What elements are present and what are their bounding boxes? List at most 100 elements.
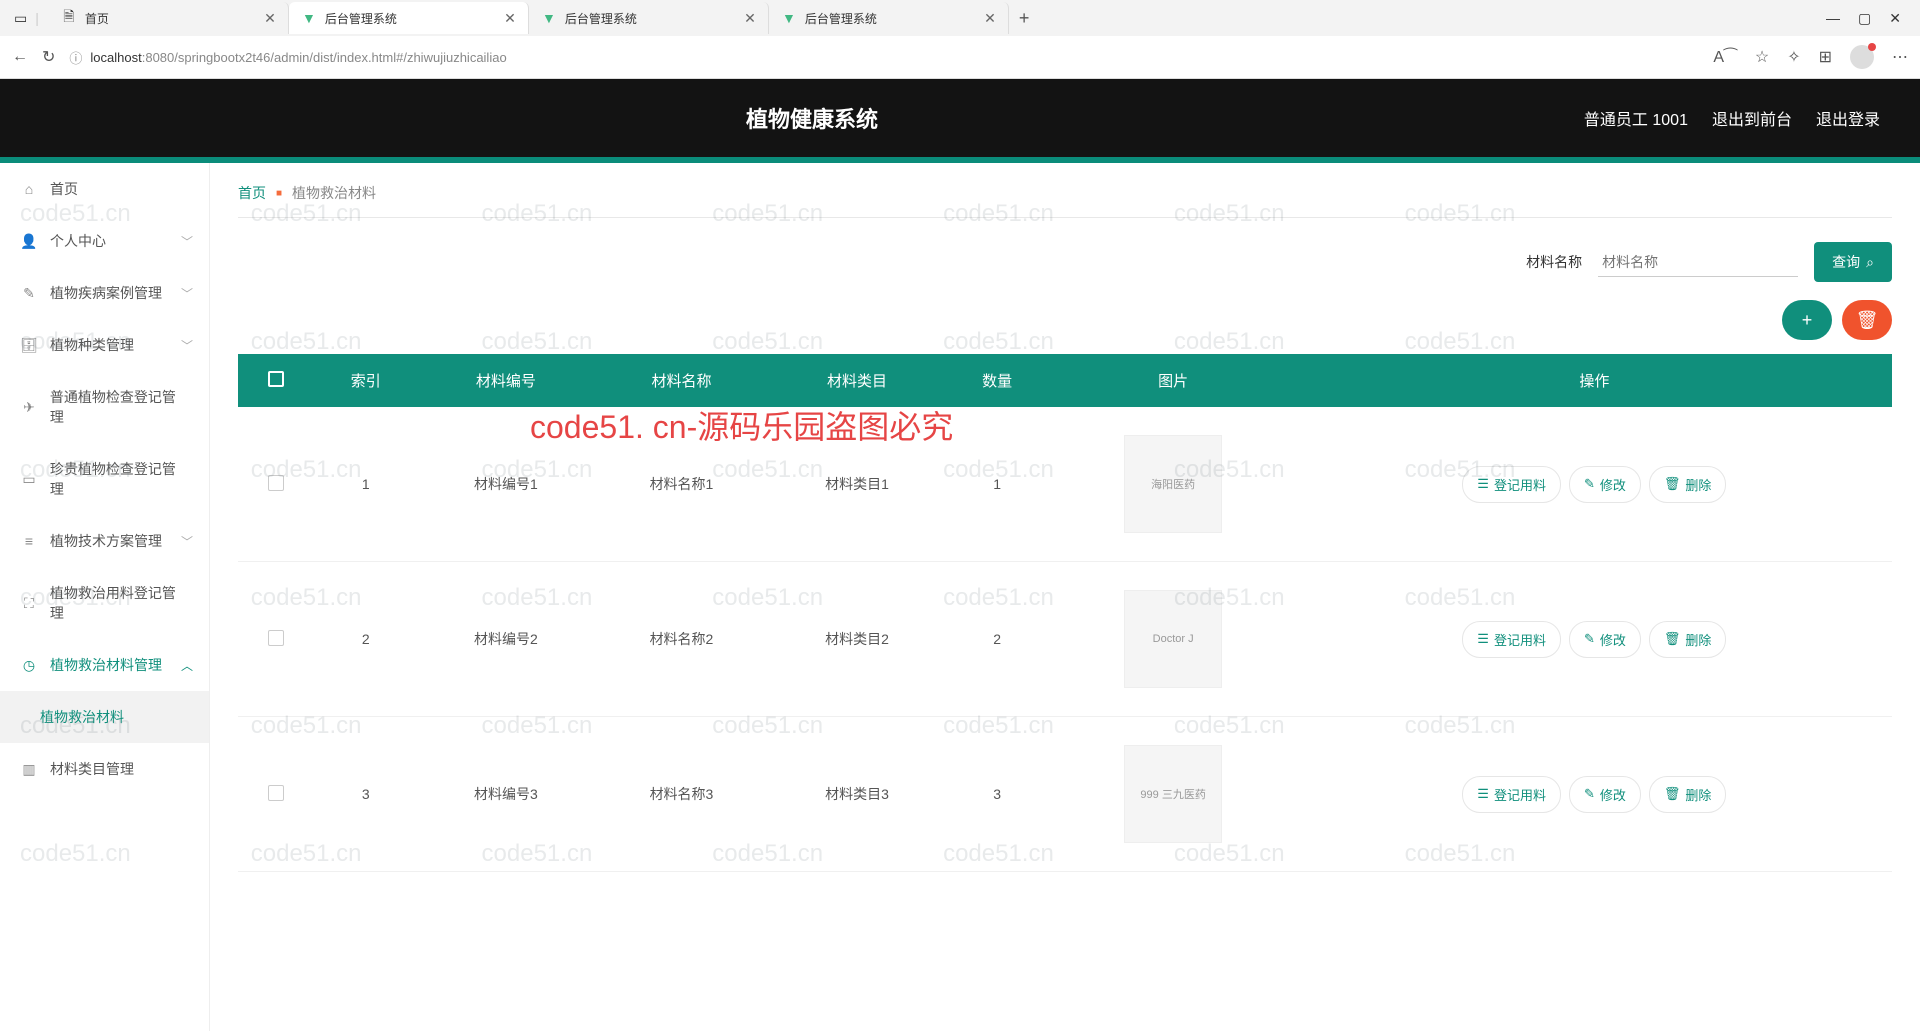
sidebar-item-label: 植物救治材料管理 — [50, 655, 162, 675]
breadcrumb-home[interactable]: 首页 — [238, 183, 266, 203]
favorites-bar-icon[interactable]: ✧ — [1787, 47, 1800, 67]
filter-label: 材料名称 — [1526, 252, 1582, 272]
sidebar-item-home[interactable]: ⌂ 首页 — [0, 163, 209, 215]
search-icon: ⌕ — [1866, 254, 1874, 271]
url-path: :8080/springbootx2t46/admin/dist/index.h… — [142, 50, 507, 65]
row-checkbox[interactable] — [268, 785, 284, 801]
cell-qty: 2 — [945, 562, 1050, 717]
row-delete-button[interactable]: 🗑删除 — [1649, 621, 1727, 658]
sidebar-item-category[interactable]: ▥ 材料类目管理 — [0, 743, 209, 795]
query-label: 查询 — [1832, 252, 1860, 272]
sidebar-item-profile[interactable]: 👤 个人中心 ﹀ — [0, 215, 209, 267]
chevron-down-icon: ﹀ — [181, 285, 193, 302]
trash-icon: 🗑 — [1856, 310, 1879, 331]
close-icon[interactable]: ✕ — [744, 10, 756, 27]
main-layout: ⌂ 首页 👤 个人中心 ﹀ ✎ 植物疾病案例管理 ﹀ 🗄 植物种类管理 ﹀ ✈ … — [0, 163, 1920, 1031]
url-host: localhost — [90, 50, 141, 65]
collections-icon[interactable]: ⊞ — [1819, 47, 1832, 67]
sidebar-item-usage-reg[interactable]: ⛶ 植物救治用料登记管理 — [0, 567, 209, 639]
col-ops: 操作 — [1297, 354, 1892, 407]
select-all-checkbox[interactable] — [268, 371, 284, 387]
window-controls-left: ▭ | — [4, 10, 49, 27]
minimize-icon[interactable]: — — [1826, 10, 1840, 27]
cell-name: 材料名称2 — [594, 562, 770, 717]
cell-image: 海阳医药 — [1050, 407, 1297, 562]
edit-button[interactable]: ✎修改 — [1569, 776, 1641, 813]
sidebar-item-material-mgmt[interactable]: ◷ 植物救治材料管理 ︿ — [0, 639, 209, 691]
back-icon[interactable]: ← — [12, 48, 28, 66]
register-button[interactable]: ☰登记用料 — [1462, 621, 1561, 658]
vue-icon: ▼ — [541, 10, 557, 26]
site-info-icon[interactable]: ⓘ — [69, 48, 82, 67]
chevron-down-icon: ﹀ — [181, 337, 193, 354]
query-button[interactable]: 查询 ⌕ — [1814, 242, 1892, 282]
tab-0[interactable]: 🗎 首页 ✕ — [49, 2, 289, 34]
add-button[interactable]: + — [1782, 300, 1832, 340]
close-icon[interactable]: ✕ — [984, 10, 996, 27]
table-row: 3 材料编号3 材料名称3 材料类目3 3 999 三九医药 ☰登记用料 ✎修改… — [238, 717, 1892, 872]
delete-button[interactable]: 🗑 — [1842, 300, 1892, 340]
filter-input[interactable] — [1598, 248, 1798, 277]
cell-category: 材料类目2 — [769, 562, 945, 717]
vue-icon: ▼ — [301, 10, 317, 26]
sidebar-item-species[interactable]: 🗄 植物种类管理 ﹀ — [0, 319, 209, 371]
sidebar-item-label: 普通植物检查登记管理 — [50, 387, 189, 427]
maximize-icon[interactable]: ▢ — [1858, 10, 1871, 27]
col-image: 图片 — [1050, 354, 1297, 407]
edit-button[interactable]: ✎修改 — [1569, 621, 1641, 658]
tab-1[interactable]: ▼ 后台管理系统 ✕ — [289, 2, 529, 34]
chevron-up-icon: ︿ — [181, 657, 193, 674]
profile-icon[interactable] — [1850, 45, 1874, 69]
read-aloud-icon[interactable]: A⁀ — [1713, 47, 1737, 67]
tab-3[interactable]: ▼ 后台管理系统 ✕ — [769, 2, 1009, 34]
doc-icon: ☰ — [1477, 631, 1489, 647]
filter-row: 材料名称 查询 ⌕ — [238, 242, 1892, 282]
vue-icon: ▼ — [781, 10, 797, 26]
image-thumb[interactable]: 海阳医药 — [1124, 435, 1222, 533]
link-front[interactable]: 退出到前台 — [1712, 106, 1792, 130]
trash-icon: 🗑 — [1664, 631, 1681, 647]
sidebar-item-label: 植物疾病案例管理 — [50, 283, 162, 303]
clock-icon: ◷ — [20, 657, 38, 674]
close-icon[interactable]: ✕ — [504, 10, 516, 27]
close-icon[interactable]: ✕ — [264, 10, 276, 27]
app-header: 植物健康系统 普通员工 1001 退出到前台 退出登录 — [0, 79, 1920, 157]
tab-title: 后台管理系统 — [325, 10, 496, 27]
favorite-icon[interactable]: ☆ — [1755, 47, 1769, 67]
panel-toggle-icon[interactable]: ▭ — [14, 10, 27, 27]
app-title: 植物健康系统 — [40, 102, 1584, 134]
new-tab-button[interactable]: + — [1009, 8, 1040, 29]
send-icon: ✈ — [20, 399, 38, 416]
col-index: 索引 — [313, 354, 418, 407]
cell-qty: 1 — [945, 407, 1050, 562]
sidebar-item-normal-check[interactable]: ✈ 普通植物检查登记管理 — [0, 371, 209, 443]
row-delete-button[interactable]: 🗑删除 — [1649, 466, 1727, 503]
sidebar-item-material[interactable]: 植物救治材料 — [0, 691, 209, 743]
table-row: 2 材料编号2 材料名称2 材料类目2 2 Doctor J ☰登记用料 ✎修改… — [238, 562, 1892, 717]
url-box[interactable]: ⓘ localhost:8080/springbootx2t46/admin/d… — [69, 48, 1699, 67]
chevron-down-icon: ﹀ — [181, 533, 193, 550]
sidebar-item-tech[interactable]: ≡ 植物技术方案管理 ﹀ — [0, 515, 209, 567]
row-checkbox[interactable] — [268, 630, 284, 646]
close-window-icon[interactable]: ✕ — [1889, 10, 1901, 27]
sidebar-item-precious-check[interactable]: ▭ 珍贵植物检查登记管理 — [0, 443, 209, 515]
image-thumb[interactable]: Doctor J — [1124, 590, 1222, 688]
sidebar-item-label: 珍贵植物检查登记管理 — [50, 459, 189, 499]
col-name: 材料名称 — [594, 354, 770, 407]
cell-code: 材料编号2 — [418, 562, 594, 717]
sidebar-item-label: 首页 — [50, 179, 78, 199]
user-info: 普通员工 1001 — [1584, 106, 1688, 130]
edit-button[interactable]: ✎修改 — [1569, 466, 1641, 503]
register-button[interactable]: ☰登记用料 — [1462, 776, 1561, 813]
register-button[interactable]: ☰登记用料 — [1462, 466, 1561, 503]
link-logout[interactable]: 退出登录 — [1816, 106, 1880, 130]
doc-icon: ☰ — [1477, 786, 1489, 802]
sidebar-item-disease[interactable]: ✎ 植物疾病案例管理 ﹀ — [0, 267, 209, 319]
menu-icon[interactable]: ⋯ — [1892, 47, 1908, 67]
refresh-icon[interactable]: ↻ — [42, 47, 55, 67]
tab-2[interactable]: ▼ 后台管理系统 ✕ — [529, 2, 769, 34]
cell-code: 材料编号1 — [418, 407, 594, 562]
row-delete-button[interactable]: 🗑删除 — [1649, 776, 1727, 813]
image-thumb[interactable]: 999 三九医药 — [1124, 745, 1222, 843]
row-checkbox[interactable] — [268, 475, 284, 491]
